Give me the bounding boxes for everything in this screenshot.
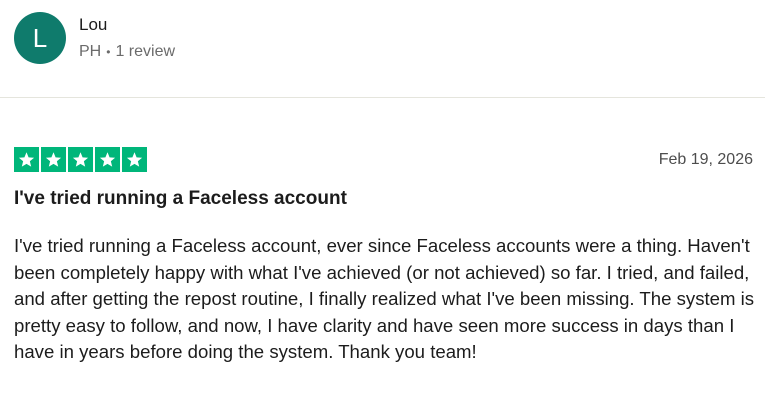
avatar[interactable]: L [14, 12, 66, 64]
star-icon [41, 147, 66, 172]
reviewer-name[interactable]: Lou [79, 14, 175, 36]
star-icon [68, 147, 93, 172]
star-rating [14, 147, 147, 172]
reviewer-country: PH [79, 43, 102, 60]
reviewer-info: Lou PH • 1 review [79, 14, 175, 62]
star-icon [14, 147, 39, 172]
rating-row: Feb 19, 2026 [14, 147, 753, 172]
reviewer-review-count: 1 review [115, 43, 176, 60]
star-icon [95, 147, 120, 172]
reviewer-meta: PH • 1 review [79, 42, 175, 62]
review-date: Feb 19, 2026 [658, 150, 753, 168]
reviewer-header: L Lou PH • 1 review [14, 12, 175, 64]
review-body: I've tried running a Faceless account, e… [14, 235, 755, 362]
meta-separator: • [106, 45, 111, 59]
star-icon [122, 147, 147, 172]
review-title[interactable]: I've tried running a Faceless account [14, 186, 347, 212]
divider [0, 97, 765, 98]
review-card: L Lou PH • 1 review Feb 19, 2026 I've tr… [0, 0, 765, 402]
